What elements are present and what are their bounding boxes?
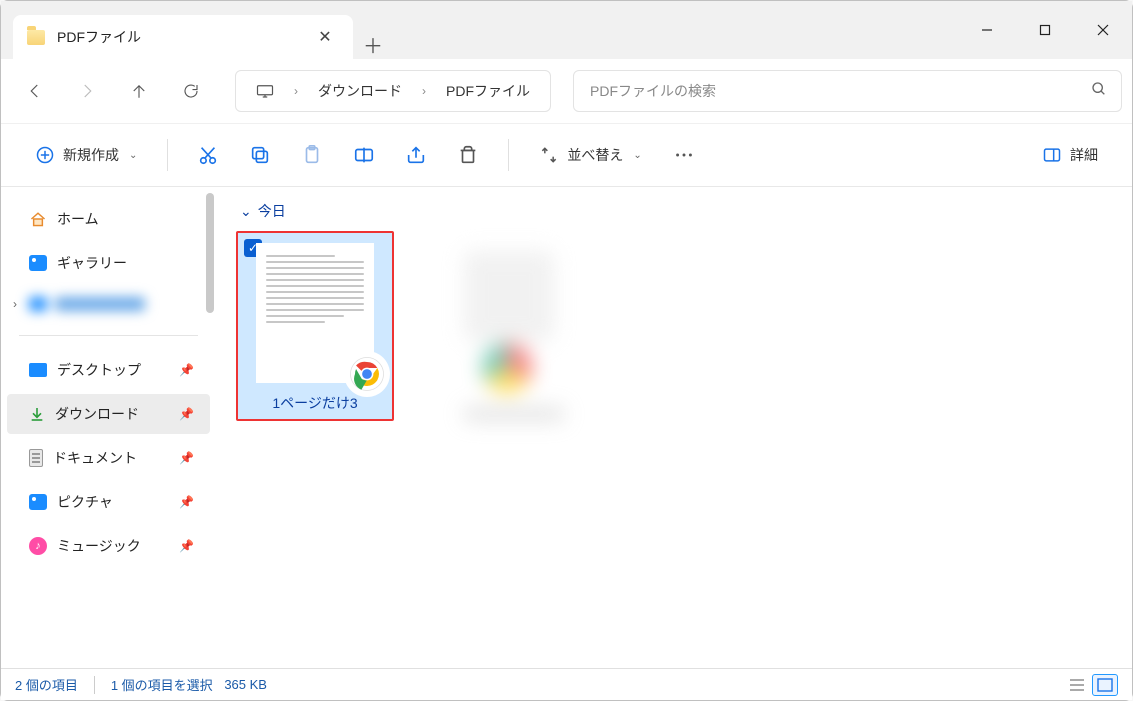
pin-icon[interactable]: 📌 <box>179 539 194 553</box>
status-size: 365 KB <box>224 677 267 692</box>
separator <box>19 335 198 336</box>
separator <box>167 139 168 171</box>
sort-label: 並べ替え <box>567 145 623 165</box>
chrome-icon <box>346 353 388 395</box>
sidebar-item-gallery[interactable]: ギャラリー <box>7 243 210 283</box>
sidebar-item-music[interactable]: ♪ ミュージック 📌 <box>7 526 210 566</box>
cut-button[interactable] <box>186 135 230 175</box>
sidebar-item-pictures[interactable]: ピクチャ 📌 <box>7 482 210 522</box>
tab-strip: PDFファイル ✕ ＋ <box>1 1 393 59</box>
separator <box>508 139 509 171</box>
sidebar-item-desktop[interactable]: デスクトップ 📌 <box>7 350 210 390</box>
sidebar-label: ピクチャ <box>57 492 113 512</box>
status-selection: 1 個の項目を選択 <box>111 675 213 694</box>
title-bar: PDFファイル ✕ ＋ <box>1 1 1132 59</box>
sidebar-label: ホーム <box>57 209 99 229</box>
refresh-button[interactable] <box>167 70 215 112</box>
status-bar: 2 個の項目 1 個の項目を選択 365 KB <box>1 668 1132 700</box>
up-button[interactable] <box>115 70 163 112</box>
sidebar-label: ダウンロード <box>55 404 139 424</box>
sidebar-item-documents[interactable]: ドキュメント 📌 <box>7 438 210 478</box>
separator <box>94 676 95 694</box>
sidebar-item-home[interactable]: ホーム <box>7 199 210 239</box>
gallery-icon <box>29 255 47 271</box>
details-pane-button[interactable]: 詳細 <box>1030 137 1110 173</box>
chevron-down-icon: ⌄ <box>633 150 641 161</box>
group-label: 今日 <box>258 201 286 221</box>
more-button[interactable] <box>662 135 706 175</box>
pin-icon[interactable]: 📌 <box>179 407 194 421</box>
new-button[interactable]: 新規作成 ⌄ <box>23 137 149 173</box>
breadcrumb-item-1[interactable]: PDFファイル <box>436 75 540 107</box>
cloud-icon <box>29 297 47 311</box>
file-thumbnail <box>256 243 374 383</box>
pin-icon[interactable]: 📌 <box>179 495 194 509</box>
window-controls <box>958 1 1132 59</box>
file-item-selected[interactable]: ✓ 1ページだけ3 <box>236 231 394 421</box>
music-icon: ♪ <box>29 537 47 555</box>
sidebar-label <box>55 297 145 311</box>
chevron-right-icon[interactable]: › <box>290 84 302 98</box>
navigation-pane: ホーム ギャラリー › デスクトップ 📌 ダウンロード 📌 ドキュメント <box>1 187 216 668</box>
pin-icon[interactable]: 📌 <box>179 363 194 377</box>
new-label: 新規作成 <box>63 145 119 165</box>
file-item-blurred[interactable] <box>434 231 592 421</box>
forward-button[interactable] <box>63 70 111 112</box>
tab-active[interactable]: PDFファイル ✕ <box>13 15 353 59</box>
breadcrumb-item-0[interactable]: ダウンロード <box>308 75 412 107</box>
search-input[interactable] <box>588 82 1091 100</box>
body: ホーム ギャラリー › デスクトップ 📌 ダウンロード 📌 ドキュメント <box>1 187 1132 668</box>
document-icon <box>29 449 43 467</box>
breadcrumb-root[interactable] <box>246 78 284 104</box>
desktop-icon <box>29 363 47 377</box>
command-bar: 新規作成 ⌄ 並べ替え ⌄ 詳細 <box>1 123 1132 187</box>
group-header-today[interactable]: ⌄ 今日 <box>240 201 1112 221</box>
chevron-down-icon: ⌄ <box>129 150 137 161</box>
file-name[interactable]: 1ページだけ3 <box>272 393 357 413</box>
breadcrumb[interactable]: › ダウンロード › PDFファイル <box>235 70 551 112</box>
delete-button[interactable] <box>446 135 490 175</box>
chevron-right-icon[interactable]: › <box>13 297 17 311</box>
close-window-button[interactable] <box>1074 1 1132 59</box>
status-item-count: 2 個の項目 <box>15 675 78 694</box>
sidebar-label: ギャラリー <box>57 253 127 273</box>
share-button[interactable] <box>394 135 438 175</box>
address-bar: › ダウンロード › PDFファイル <box>1 59 1132 123</box>
new-tab-button[interactable]: ＋ <box>353 30 393 59</box>
sidebar-label: ドキュメント <box>53 448 137 468</box>
sidebar-item-cloud[interactable]: › <box>7 287 210 321</box>
sidebar-label: ミュージック <box>57 536 141 556</box>
sidebar-label: デスクトップ <box>57 360 141 380</box>
view-details-button[interactable] <box>1064 674 1090 696</box>
chevron-down-icon[interactable]: ⌄ <box>240 203 252 220</box>
copy-button[interactable] <box>238 135 282 175</box>
paste-button[interactable] <box>290 135 334 175</box>
sidebar-item-downloads[interactable]: ダウンロード 📌 <box>7 394 210 434</box>
file-list[interactable]: ⌄ 今日 ✓ 1ページだけ3 <box>216 187 1132 668</box>
search-icon[interactable] <box>1091 81 1107 102</box>
sort-button[interactable]: 並べ替え ⌄ <box>527 137 653 173</box>
maximize-button[interactable] <box>1016 1 1074 59</box>
folder-icon <box>27 30 45 45</box>
chevron-right-icon[interactable]: › <box>418 84 430 98</box>
back-button[interactable] <box>11 70 59 112</box>
details-label: 詳細 <box>1070 145 1098 165</box>
rename-button[interactable] <box>342 135 386 175</box>
tab-title: PDFファイル <box>57 27 299 47</box>
view-thumbnails-button[interactable] <box>1092 674 1118 696</box>
pictures-icon <box>29 494 47 510</box>
close-tab-icon[interactable]: ✕ <box>311 23 339 51</box>
search-box[interactable] <box>573 70 1122 112</box>
pin-icon[interactable]: 📌 <box>179 451 194 465</box>
minimize-button[interactable] <box>958 1 1016 59</box>
